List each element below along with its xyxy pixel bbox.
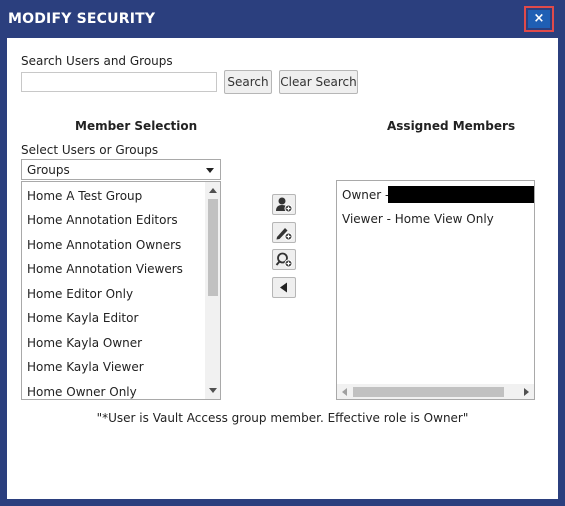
search-button[interactable]: Search	[224, 70, 272, 94]
assigned-list-scrollbar[interactable]	[337, 384, 534, 399]
add-owner-icon	[276, 197, 293, 213]
dialog-title: MODIFY SECURITY	[8, 11, 156, 27]
search-input[interactable]	[21, 72, 217, 92]
list-item[interactable]: Home Kayla Owner	[27, 336, 142, 350]
scroll-right-icon[interactable]	[524, 388, 529, 396]
add-editor-icon	[276, 228, 293, 241]
scrollbar-thumb[interactable]	[208, 199, 218, 296]
assigned-members-heading: Assigned Members	[387, 119, 516, 133]
assigned-item-owner[interactable]: Owner -	[342, 188, 389, 202]
list-item[interactable]: Home Editor Only	[27, 287, 133, 301]
chevron-down-icon	[206, 168, 214, 173]
list-item[interactable]: Home Annotation Owners	[27, 238, 181, 252]
dialog-body: Search Users and Groups Search Clear Sea…	[7, 38, 558, 499]
close-button[interactable]: ×	[528, 10, 550, 28]
redacted-name	[388, 186, 534, 203]
assigned-item-viewer[interactable]: Viewer - Home View Only	[342, 212, 494, 226]
add-editor-button[interactable]	[272, 222, 296, 243]
member-selection-heading: Member Selection	[75, 119, 198, 133]
clear-search-button[interactable]: Clear Search	[279, 70, 358, 94]
add-viewer-button[interactable]	[272, 249, 296, 270]
footnote: "*User is Vault Access group member. Eff…	[96, 411, 469, 425]
scroll-down-icon[interactable]	[209, 388, 217, 393]
list-item[interactable]: Home A Test Group	[27, 189, 142, 203]
select-users-groups-label: Select Users or Groups	[21, 143, 159, 157]
scroll-left-icon[interactable]	[342, 388, 347, 396]
select-value: Groups	[27, 163, 70, 177]
dialog-titlebar: MODIFY SECURITY ×	[0, 0, 565, 38]
list-item[interactable]: Home Kayla Viewer	[27, 360, 144, 374]
remove-member-button[interactable]	[272, 277, 296, 298]
list-item[interactable]: Home Kayla Editor	[27, 311, 138, 325]
assigned-members-list[interactable]: Owner - Viewer - Home View Only	[336, 180, 535, 400]
close-icon: ×	[533, 11, 545, 26]
add-owner-button[interactable]	[272, 194, 296, 215]
list-item[interactable]: Home Annotation Editors	[27, 213, 178, 227]
list-item[interactable]: Home Owner Only	[27, 385, 137, 399]
scroll-up-icon[interactable]	[209, 188, 217, 193]
remove-arrow-icon	[280, 282, 287, 293]
scrollbar-thumb[interactable]	[353, 387, 504, 397]
add-viewer-icon	[275, 252, 293, 268]
member-list[interactable]: Home A Test Group Home Annotation Editor…	[21, 181, 221, 400]
member-list-scrollbar[interactable]	[205, 182, 220, 399]
list-item[interactable]: Home Annotation Viewers	[27, 262, 183, 276]
close-highlight: ×	[524, 6, 554, 32]
search-label: Search Users and Groups	[21, 54, 173, 68]
users-groups-select[interactable]: Groups	[21, 159, 221, 180]
